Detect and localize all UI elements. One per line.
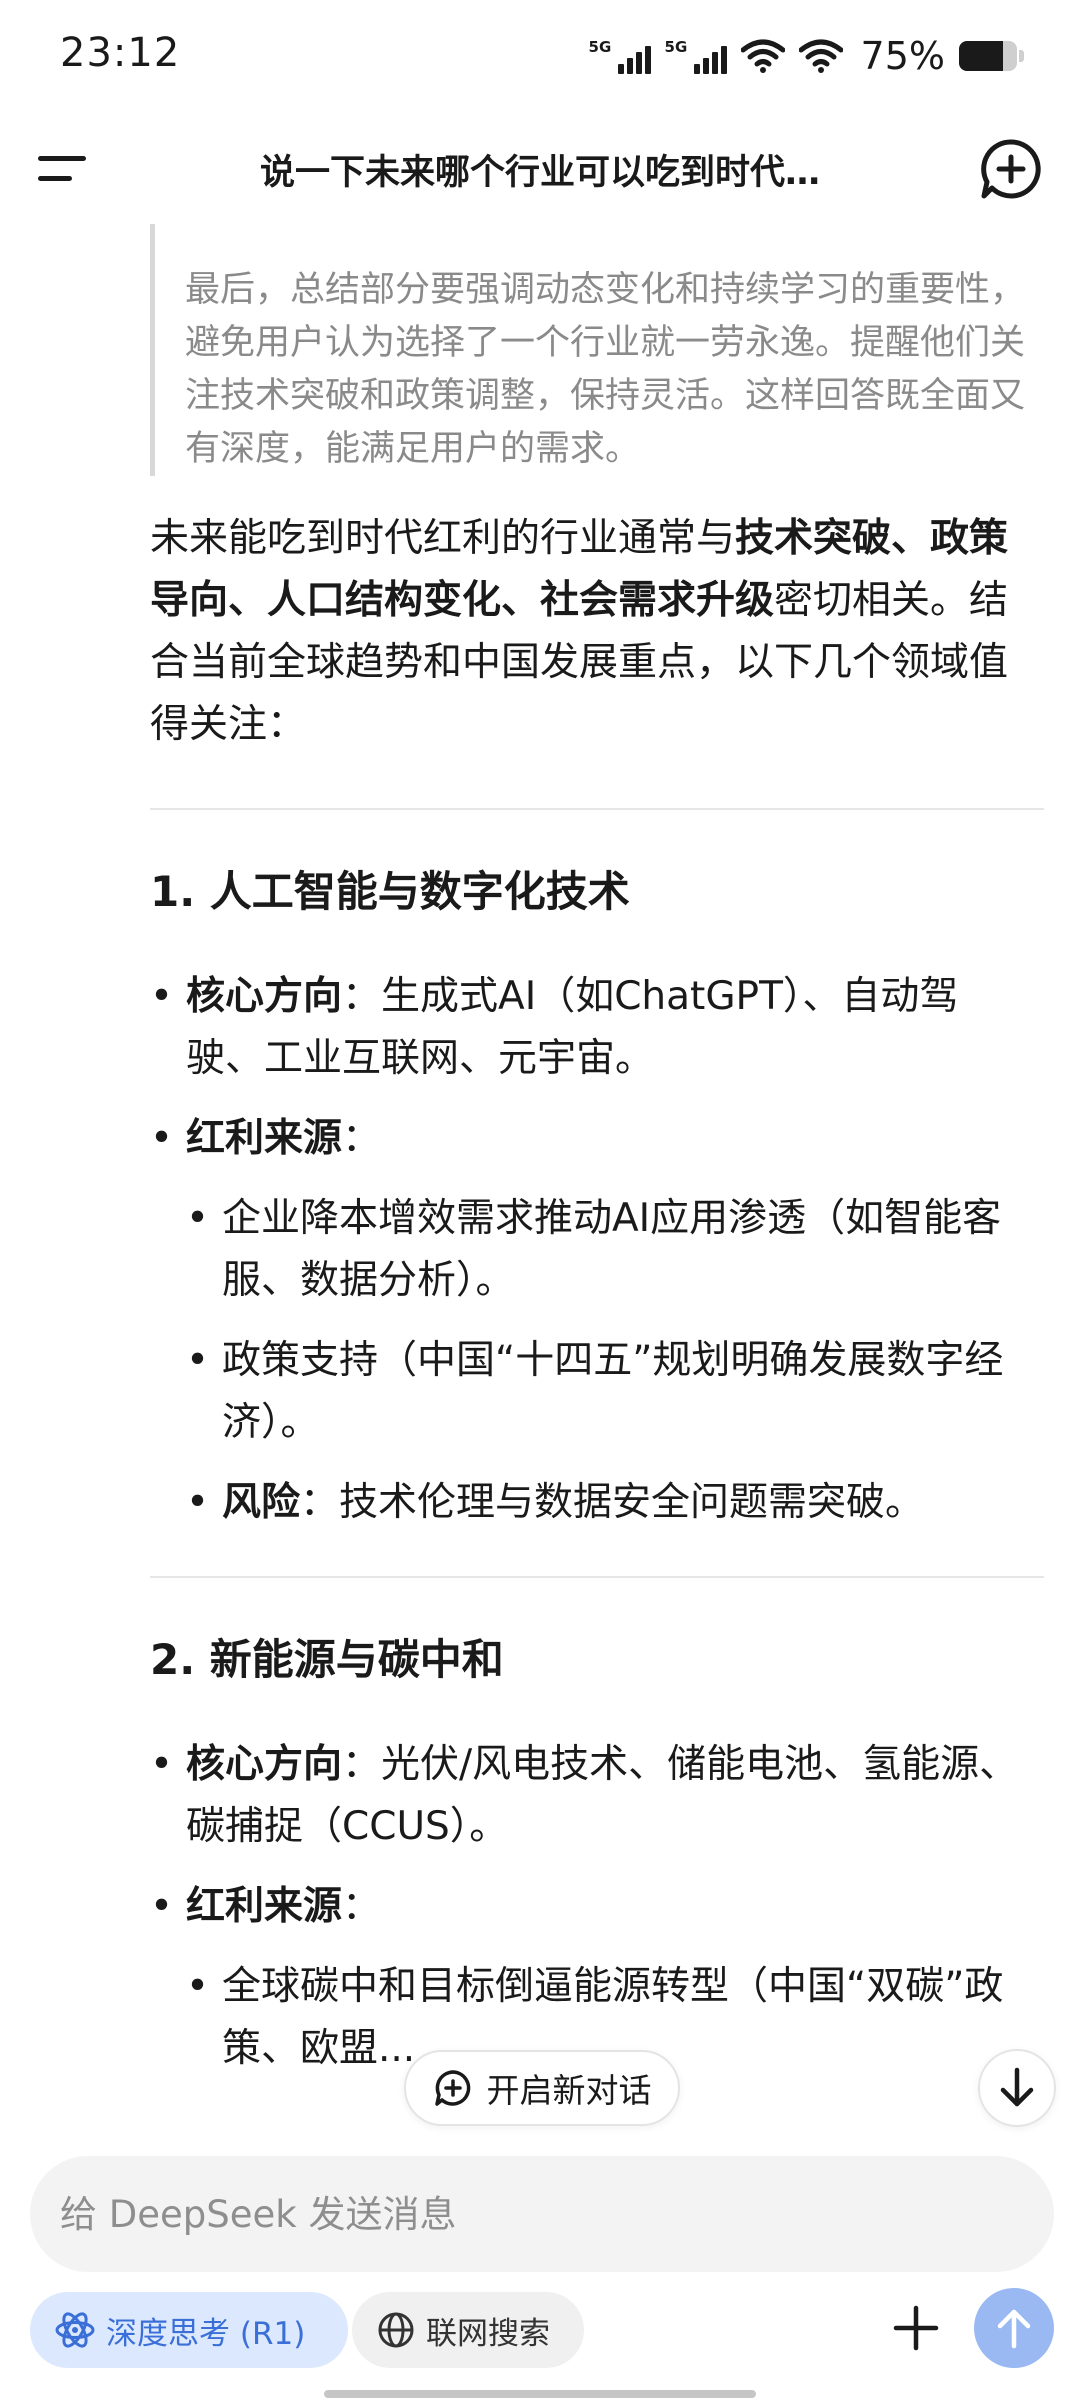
list-item: 红利来源： [150,1876,1030,1938]
chat-content[interactable]: 最后，总结部分要强调动态变化和持续学习的重要性，避免用户认为选择了一个行业就一劳… [0,224,1080,2154]
list-item: 红利来源： [150,1108,1030,1170]
thinking-block: 最后，总结部分要强调动态变化和持续学习的重要性，避免用户认为选择了一个行业就一劳… [150,224,1030,476]
battery-percent: 75% [860,34,945,78]
web-search-toggle[interactable]: 联网搜索 [352,2292,584,2368]
answer-block: 未来能吃到时代红利的行业通常与技术突破、政策导向、人口结构变化、社会需求升级密切… [150,508,1044,2080]
section-heading: 1. 人工智能与数字化技术 [150,867,630,916]
status-time: 23:12 [60,30,181,76]
web-search-label: 联网搜索 [426,2315,550,2352]
divider [150,808,1044,810]
chat-header: 说一下未来哪个行业可以吃到时代… [0,116,1080,224]
atom-icon [55,2312,95,2348]
list-item: 政策支持（中国“十四五”规划明确发展数字经济）。 [150,1330,1030,1454]
start-new-chat-button[interactable]: 开启新对话 [404,2050,680,2126]
globe-icon [378,2312,414,2348]
menu-icon[interactable] [34,150,90,190]
signal-label: 5G [664,38,688,56]
deep-think-label: 深度思考 (R1) [106,2315,306,2352]
page-title: 说一下未来哪个行业可以吃到时代… [259,153,820,193]
message-input[interactable] [30,2156,1054,2272]
arrow-down-icon [1000,2067,1034,2107]
section-heading: 2. 新能源与碳中和 [150,1635,504,1684]
attach-button[interactable] [888,2290,944,2366]
thinking-text: 最后，总结部分要强调动态变化和持续学习的重要性，避免用户认为选择了一个行业就一劳… [185,270,1026,469]
battery-nub [1019,50,1024,62]
plus-icon [893,2305,939,2351]
send-button[interactable] [974,2288,1054,2368]
deep-think-toggle[interactable]: 深度思考 (R1) [30,2292,348,2368]
status-icons: 5G 5G 75% [589,34,1024,78]
arrow-up-icon [997,2309,1031,2349]
signal-label: 5G [588,38,612,56]
status-bar: 23:12 5G 5G 75% [0,0,1080,116]
wifi-icon [798,39,843,73]
battery-icon [959,41,1017,71]
list-item: 核心方向：生成式AI（如ChatGPT）、自动驾驶、工业互联网、元宇宙。 [150,966,1030,1090]
wifi-icon [740,39,785,73]
signal-5g-icon: 5G [665,36,727,76]
signal-5g-icon: 5G [589,36,651,76]
list-item: 企业降本增效需求推动AI应用渗透（如智能客服、数据分析）。 [150,1188,1030,1312]
list-item: 风险：技术伦理与数据安全问题需突破。 [150,1472,1030,1534]
list-item: 核心方向：光伏/风电技术、储能电池、氢能源、碳捕捉（CCUS）。 [150,1734,1030,1858]
home-indicator[interactable] [324,2390,756,2398]
new-chat-icon[interactable] [978,136,1044,202]
divider [150,1576,1044,1578]
start-new-chat-label: 开启新对话 [486,2071,652,2110]
scroll-to-bottom-button[interactable] [978,2049,1056,2127]
new-chat-icon [434,2070,470,2106]
answer-intro: 未来能吃到时代红利的行业通常与技术突破、政策导向、人口结构变化、社会需求升级密切… [150,516,1009,747]
